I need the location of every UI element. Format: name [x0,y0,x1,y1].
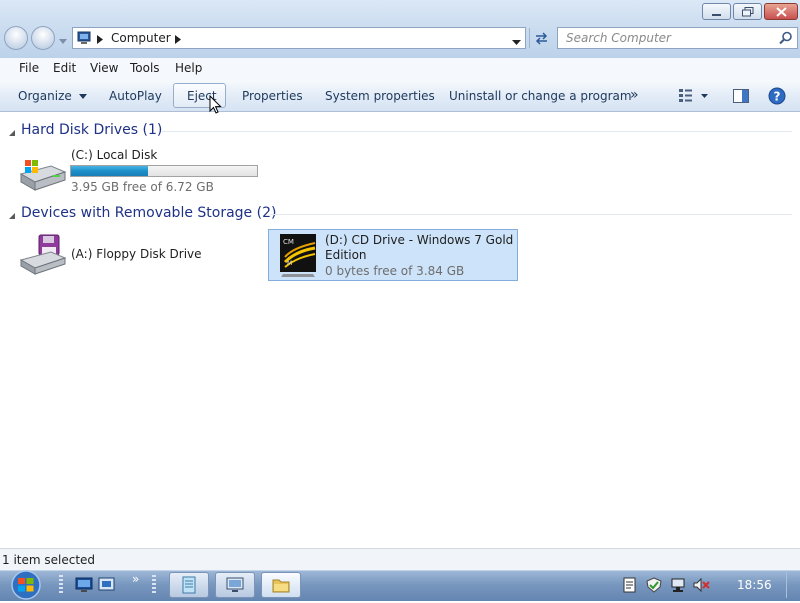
tray-network-icon[interactable] [670,577,686,596]
recent-pages-dropdown[interactable] [59,34,67,48]
search-icon[interactable] [779,31,793,48]
address-bar[interactable]: Computer [72,27,526,49]
organize-label: Organize [18,89,72,103]
tray-volume-muted-icon[interactable] [693,577,711,596]
drive-item-a[interactable]: (A:) Floppy Disk Drive [15,230,255,278]
start-button[interactable] [6,570,46,603]
search-field[interactable]: Search Computer [557,27,798,49]
taskbar-notepad-button[interactable] [169,572,209,598]
help-button[interactable]: ? [768,87,786,108]
hard-disk-icon [17,156,67,195]
chevron-down-icon [59,39,67,44]
organize-button[interactable]: Organize [18,89,87,103]
tray-action-center-icon[interactable] [646,577,662,596]
menu-file[interactable]: File [17,60,41,76]
group-header-hard-disk-drives[interactable]: Hard Disk Drives (1) [21,122,162,138]
preview-pane-icon [733,89,749,103]
help-icon: ? [768,87,786,105]
monitor-icon [226,577,244,592]
disk-usage-bar [70,165,258,177]
quicklaunch-overflow-icon[interactable]: » [132,572,139,586]
menu-edit[interactable]: Edit [51,60,78,76]
show-desktop-button[interactable] [786,572,799,598]
menu-help[interactable]: Help [173,60,204,76]
folder-icon [272,579,290,593]
drive-label-line1: (D:) CD Drive - Windows 7 Gold [325,233,514,247]
address-history-dropdown[interactable] [512,35,521,49]
breadcrumb-separator-icon [97,33,103,47]
status-text: 1 item selected [2,553,96,567]
taskbar-remote-desktop-button[interactable] [215,572,255,598]
drive-free-space: 3.95 GB free of 6.72 GB [71,180,214,194]
breadcrumb-computer[interactable]: Computer [111,31,171,45]
switch-windows-quicklaunch[interactable] [98,577,116,596]
taskbar-explorer-button[interactable] [261,572,301,598]
uninstall-program-button[interactable]: Uninstall or change a program [449,89,632,103]
taskbar-grip [152,575,156,595]
windows-start-icon [11,570,41,600]
menu-tools[interactable]: Tools [128,60,162,76]
close-button[interactable] [764,3,798,20]
collapse-group-icon[interactable] [8,126,16,140]
system-properties-button[interactable]: System properties [325,89,435,103]
taskbar-grip [59,575,63,595]
autoplay-button[interactable]: AutoPlay [109,89,162,103]
close-icon [775,6,787,17]
floppy-drive-icon [17,234,67,279]
svg-text:M: M [287,260,292,267]
drive-label-line2: Edition [325,248,367,262]
disk-usage-fill [71,166,148,176]
tray-document-icon[interactable] [623,577,637,596]
minimize-button[interactable] [702,3,731,20]
svg-text:?: ? [774,90,781,104]
search-placeholder: Search Computer [566,31,671,45]
chevron-down-icon [512,40,521,45]
mouse-cursor-icon [209,95,222,114]
drive-free-space: 0 bytes free of 3.84 GB [325,264,465,278]
breadcrumb-chevron-icon[interactable] [175,33,181,47]
status-bar: 1 item selected [0,548,800,571]
drive-item-c[interactable]: (C:) Local Disk 3.95 GB free of 6.72 GB [15,148,265,196]
group-divider [162,131,792,132]
group-divider [270,214,792,215]
collapse-group-icon[interactable] [8,209,16,223]
refresh-icon [535,32,548,45]
menu-view[interactable]: View [88,60,120,76]
group-header-removable-storage[interactable]: Devices with Removable Storage (2) [21,205,276,221]
properties-button[interactable]: Properties [242,89,303,103]
restore-icon [741,6,753,16]
preview-pane-button[interactable] [733,88,749,107]
drive-label: (C:) Local Disk [71,148,158,162]
svg-text:CM: CM [283,238,294,246]
back-button[interactable] [4,26,28,50]
chevron-down-icon [78,94,87,99]
switch-windows-icon [98,577,115,591]
refresh-button[interactable] [529,28,552,48]
forward-button[interactable] [31,26,55,50]
maximize-button[interactable] [733,3,762,20]
taskbar-clock[interactable]: 18:56 [737,578,772,592]
notepad-icon [182,576,196,594]
drive-item-d-selected[interactable]: CM M (D:) CD Drive - Windows 7 Gold Edit… [268,229,518,281]
show-desktop-quicklaunch[interactable] [75,577,93,596]
cd-drive-icon: CM M [277,232,321,281]
view-options-icon [679,89,708,102]
desktop-icon [75,577,93,592]
minimize-icon [712,13,721,16]
more-commands-button[interactable]: » [630,87,639,103]
computer-icon [77,31,91,48]
change-view-button[interactable] [678,88,708,107]
drive-label: (A:) Floppy Disk Drive [71,247,202,261]
